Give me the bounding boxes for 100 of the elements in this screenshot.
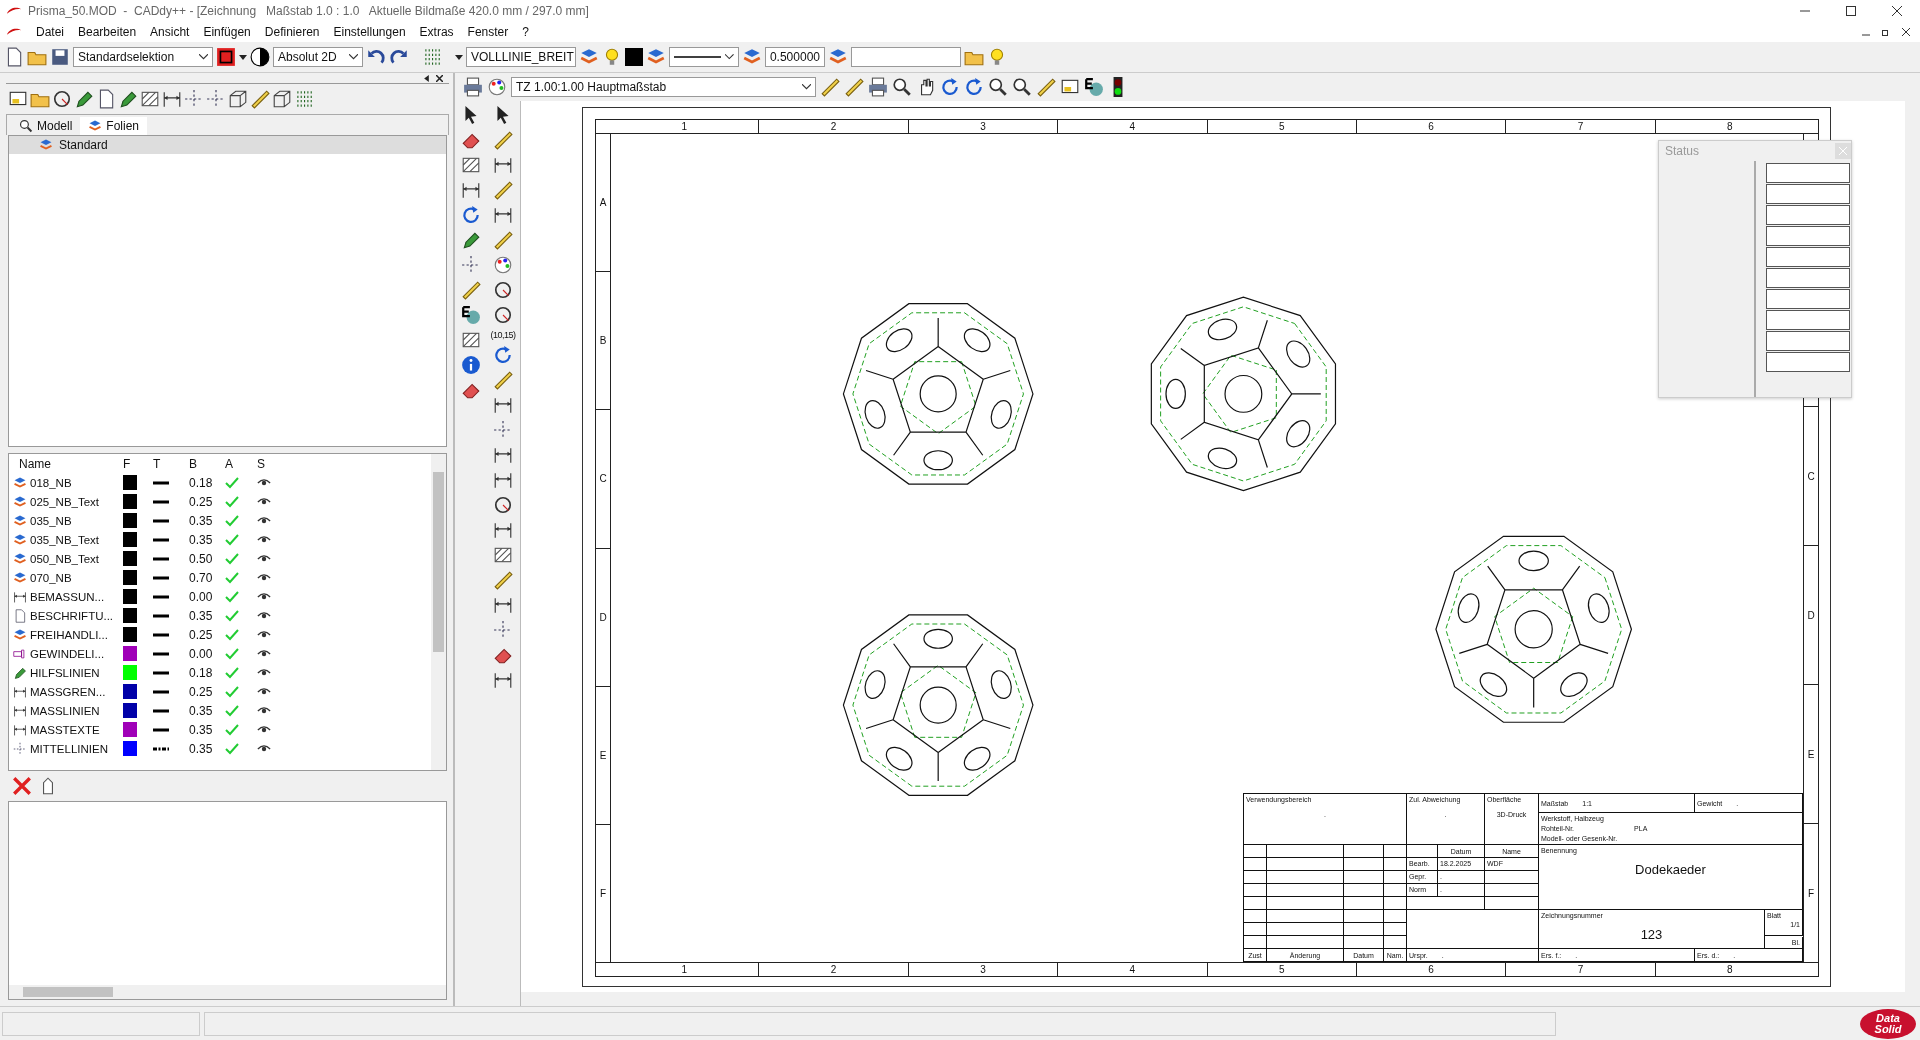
zoom-icon[interactable]	[1012, 77, 1032, 97]
ruler-icon[interactable]	[493, 130, 513, 150]
circle-icon[interactable]	[493, 305, 513, 325]
caret-icon[interactable]	[199, 54, 208, 60]
checkmark-icon[interactable]	[225, 665, 239, 680]
circle-icon[interactable]	[493, 495, 513, 515]
menu-item[interactable]: Fenster	[467, 25, 509, 39]
save-icon[interactable]	[50, 47, 70, 67]
print-icon[interactable]	[463, 77, 483, 97]
column-header[interactable]: B	[189, 456, 225, 471]
layer-color-swatch[interactable]	[123, 703, 137, 718]
circle-icon[interactable]	[493, 280, 513, 300]
menu-item[interactable]: Extras	[419, 25, 454, 39]
layer-color-swatch[interactable]	[123, 589, 137, 604]
solid-line-icon[interactable]	[153, 480, 169, 485]
layer-name[interactable]: 050_NB_Text	[30, 552, 100, 565]
coordinate-mode-dropdown[interactable]: Absolut 2D	[273, 47, 363, 67]
layer-name[interactable]: MASSTEXTE	[30, 723, 100, 736]
scrollbar[interactable]	[431, 454, 446, 770]
palette-icon[interactable]	[487, 77, 507, 97]
pencil-icon[interactable]	[118, 89, 138, 109]
hatch-icon[interactable]	[493, 545, 513, 565]
pencil-icon[interactable]	[74, 89, 94, 109]
scroll-thumb[interactable]	[433, 472, 444, 652]
layer-color-swatch[interactable]	[123, 513, 137, 528]
crosshair-icon[interactable]	[493, 420, 513, 440]
layer-color-swatch[interactable]	[123, 570, 137, 585]
layer-color-swatch[interactable]	[123, 684, 137, 699]
checkmark-icon[interactable]	[225, 703, 239, 718]
layer-color-swatch[interactable]	[123, 608, 137, 623]
tree-item[interactable]: Standard	[9, 136, 446, 154]
ruler-icon[interactable]	[250, 89, 270, 109]
info-icon[interactable]	[461, 355, 481, 375]
dimension-icon[interactable]	[493, 520, 513, 540]
ruler-icon[interactable]	[1036, 77, 1056, 97]
rotate-icon[interactable]	[493, 345, 513, 365]
column-header[interactable]: S	[257, 456, 287, 471]
rotate-icon[interactable]	[940, 77, 960, 97]
checkmark-icon[interactable]	[225, 646, 239, 661]
close-icon[interactable]	[1892, 6, 1902, 16]
menu-item[interactable]: ?	[522, 25, 529, 39]
restore-icon[interactable]	[1882, 28, 1890, 36]
ruler-icon[interactable]	[493, 230, 513, 250]
line-width-field[interactable]: 0.500000	[765, 47, 825, 67]
hatch-icon[interactable]	[461, 330, 481, 350]
rotate-icon[interactable]	[461, 205, 481, 225]
checkmark-icon[interactable]	[225, 589, 239, 604]
checkmark-icon[interactable]	[225, 475, 239, 490]
cube-icon[interactable]	[228, 89, 248, 109]
ruler-icon[interactable]	[461, 280, 481, 300]
checkmark-icon[interactable]	[225, 494, 239, 509]
checkmark-icon[interactable]	[225, 627, 239, 642]
hatch-icon[interactable]	[461, 155, 481, 175]
column-header[interactable]: Name	[19, 456, 123, 471]
checkmark-icon[interactable]	[225, 608, 239, 623]
maximize-icon[interactable]	[1846, 6, 1856, 16]
column-header[interactable]: F	[123, 456, 153, 471]
solid-line-icon[interactable]	[153, 594, 169, 599]
solid-line-icon[interactable]	[153, 518, 169, 523]
layer-name[interactable]: HILFSLINIEN	[30, 666, 100, 679]
solid-line-icon[interactable]	[153, 708, 169, 713]
ruler-icon[interactable]	[820, 77, 840, 97]
selection-icon[interactable]	[216, 47, 236, 67]
text-field[interactable]	[851, 47, 961, 67]
half-disc-icon[interactable]	[250, 47, 270, 67]
print-icon[interactable]	[868, 77, 888, 97]
column-header[interactable]: A	[225, 456, 257, 471]
solid-line-icon[interactable]	[153, 727, 169, 732]
layer-name[interactable]: MITTELLINIEN	[30, 742, 108, 755]
crosshair-icon[interactable]	[461, 255, 481, 275]
layer-name[interactable]: FREIHANDLI...	[30, 628, 108, 641]
checkmark-icon[interactable]	[225, 741, 239, 756]
layer-color-swatch[interactable]	[123, 551, 137, 566]
dimension-icon[interactable]	[493, 595, 513, 615]
close-icon[interactable]	[436, 74, 443, 82]
caret-icon[interactable]	[239, 54, 247, 60]
dimension-icon[interactable]	[461, 180, 481, 200]
caret-icon[interactable]	[802, 84, 811, 90]
dimension-icon[interactable]	[493, 205, 513, 225]
layer-name[interactable]: GEWINDELI...	[30, 647, 105, 660]
scrollbar[interactable]	[9, 985, 446, 999]
layer-color-swatch[interactable]	[123, 665, 137, 680]
dimension-icon[interactable]	[493, 670, 513, 690]
checkmark-icon[interactable]	[225, 570, 239, 585]
ruler-icon[interactable]	[493, 370, 513, 390]
caret-icon[interactable]	[455, 54, 463, 60]
menu-item[interactable]: Bearbeiten	[78, 25, 137, 39]
checkmark-icon[interactable]	[225, 684, 239, 699]
layer-name[interactable]: BESCHRIFTU...	[30, 609, 114, 622]
solid-line-icon[interactable]	[153, 651, 169, 656]
layer-name[interactable]: 018_NB	[30, 476, 72, 489]
caret-icon[interactable]	[349, 54, 358, 60]
line-style-dropdown[interactable]	[669, 47, 739, 67]
solid-line-icon[interactable]	[153, 556, 169, 561]
pin-icon[interactable]	[423, 74, 430, 82]
panel-tab[interactable]: Modell	[11, 117, 81, 135]
checkmark-icon[interactable]	[225, 532, 239, 547]
linetype-field[interactable]: VOLLLINIE_BREIT	[466, 47, 576, 67]
layer-color-swatch[interactable]	[123, 646, 137, 661]
solid-line-icon[interactable]	[153, 670, 169, 675]
